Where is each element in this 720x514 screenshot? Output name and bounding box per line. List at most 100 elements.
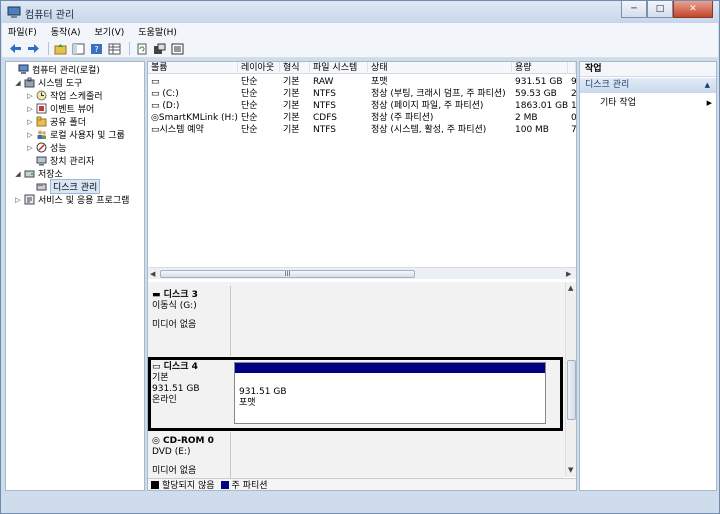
tree-item-device-manager[interactable]: 장치 관리자 bbox=[26, 154, 94, 167]
volume-free-space: 1 bbox=[568, 100, 576, 112]
tree-item-system-tools[interactable]: ◢ 시스템 도구 bbox=[14, 76, 82, 89]
event-icon bbox=[36, 103, 47, 114]
refresh-icon[interactable] bbox=[134, 42, 149, 56]
drive-icon: ▭ bbox=[151, 77, 160, 87]
column-type[interactable]: 형식 bbox=[280, 62, 310, 74]
menu-action[interactable]: 동작(A) bbox=[51, 25, 81, 38]
scroll-grip: III bbox=[284, 270, 291, 278]
disk-4-partition[interactable]: 931.51 GB 포맷 bbox=[234, 362, 546, 424]
disk-divider bbox=[230, 286, 231, 356]
scroll-right-icon[interactable]: ▶ bbox=[566, 270, 571, 278]
settings-list-icon[interactable] bbox=[170, 42, 185, 56]
toolbar-separator bbox=[129, 42, 130, 55]
disk-type: 기본 bbox=[152, 373, 169, 383]
scroll-left-icon[interactable]: ◀ bbox=[150, 270, 155, 278]
horizontal-scrollbar[interactable]: ◀ III ▶ bbox=[148, 267, 576, 279]
tree-expander[interactable]: ▷ bbox=[26, 118, 34, 126]
vertical-scrollbar[interactable]: ▲ ▼ bbox=[565, 282, 576, 477]
disk-name: 디스크 4 bbox=[163, 362, 198, 372]
minimize-button[interactable]: ─ bbox=[621, 1, 647, 18]
volume-layout: 단순 bbox=[241, 101, 258, 111]
legend-primary-label: 주 파티션 bbox=[231, 481, 268, 491]
column-layout[interactable]: 레이아웃 bbox=[238, 62, 280, 74]
tree-item-label: 컴퓨터 관리(로컬) bbox=[32, 66, 100, 76]
tree-expander[interactable]: ◢ bbox=[14, 170, 22, 178]
volume-capacity: 59.53 GB bbox=[515, 89, 557, 99]
title-bar[interactable]: 컴퓨터 관리 ─ □ ✕ bbox=[1, 1, 719, 23]
horizontal-scroll-thumb[interactable]: III bbox=[160, 270, 415, 278]
maximize-button[interactable]: □ bbox=[647, 1, 673, 18]
tree-item-task-scheduler[interactable]: ▷ 작업 스케줄러 bbox=[26, 89, 103, 102]
volume-name: 시스템 예약 bbox=[159, 125, 204, 135]
export-list-icon[interactable] bbox=[152, 42, 167, 56]
disk-4-block[interactable]: ▭ 디스크 4 기본 931.51 GB 온라인 931.51 GB 포맷 bbox=[148, 358, 563, 428]
collapse-icon[interactable]: ▲ bbox=[705, 78, 710, 93]
unallocated-swatch bbox=[151, 480, 159, 489]
menu-view[interactable]: 보기(V) bbox=[95, 25, 125, 38]
volume-type: 기본 bbox=[283, 113, 300, 123]
tree-item-event-viewer[interactable]: ▷ 이벤트 뷰어 bbox=[26, 102, 94, 115]
volume-capacity: 2 MB bbox=[515, 113, 538, 123]
close-button[interactable]: ✕ bbox=[673, 1, 713, 18]
volume-row[interactable]: ▭ (D:) 단순 기본 NTFS 정상 (페이지 파일, 주 파티션) 186… bbox=[148, 100, 576, 112]
legend-unallocated-label: 할당되지 않음 bbox=[162, 481, 215, 491]
drive-icon: ▭ bbox=[151, 89, 163, 99]
tree-item-local-users-groups[interactable]: ▷ 로컬 사용자 및 그룹 bbox=[26, 128, 125, 141]
help-icon[interactable]: ? bbox=[89, 42, 104, 56]
removable-disk-icon: ▬ bbox=[152, 290, 164, 300]
tree-item-shared-folders[interactable]: ▷ 공유 폴더 bbox=[26, 115, 86, 128]
scroll-down-icon[interactable]: ▼ bbox=[568, 466, 573, 474]
vertical-scroll-thumb[interactable] bbox=[567, 360, 576, 420]
device-icon bbox=[36, 155, 47, 166]
more-actions-item[interactable]: 기타 작업 ▶ bbox=[600, 97, 712, 110]
cd-rom-icon: ◎ bbox=[152, 436, 163, 446]
storage-icon bbox=[24, 168, 35, 179]
tree-expander[interactable]: ◢ bbox=[14, 79, 22, 87]
scroll-up-icon[interactable]: ▲ bbox=[568, 284, 573, 292]
volume-free-space: 0 bbox=[568, 112, 576, 124]
column-free-space[interactable] bbox=[568, 62, 576, 74]
disk-status: 온라인 bbox=[152, 395, 177, 405]
disk-graphical-view: ▬ 디스크 3 이동식 (G:) 미디어 없음 ▭ 디스크 4 기본 931.5… bbox=[148, 282, 576, 490]
partition-status: 포맷 bbox=[239, 398, 256, 408]
volume-free-space: 7 bbox=[568, 124, 576, 136]
volume-row[interactable]: ▭시스템 예약 단순 기본 NTFS 정상 (시스템, 활성, 주 파티션) 1… bbox=[148, 124, 576, 136]
tree-expander[interactable]: ▷ bbox=[26, 105, 34, 113]
properties-grid-icon[interactable] bbox=[107, 42, 122, 56]
forward-icon[interactable] bbox=[26, 42, 41, 56]
actions-section-disk-management[interactable]: 디스크 관리 ▲ bbox=[580, 78, 716, 93]
tree-item-disk-management[interactable]: 디스크 관리 bbox=[26, 179, 101, 194]
primary-partition-swatch bbox=[220, 480, 229, 489]
up-folder-icon[interactable] bbox=[53, 42, 68, 56]
primary-partition-bar bbox=[235, 363, 545, 373]
tree-expander[interactable]: ▷ bbox=[14, 196, 22, 204]
tree-expander[interactable]: ▷ bbox=[26, 144, 34, 152]
tree-expander[interactable]: ▷ bbox=[26, 131, 34, 139]
back-icon[interactable] bbox=[8, 42, 23, 56]
actions-pane: 작업 디스크 관리 ▲ 기타 작업 ▶ bbox=[579, 61, 717, 491]
column-volume[interactable]: 볼륨 bbox=[148, 62, 238, 74]
cd-rom-0-label: ◎ CD-ROM 0 DVD (E:) 미디어 없음 bbox=[152, 436, 230, 477]
volume-status: 정상 (주 파티션) bbox=[371, 113, 434, 123]
disk-3-block[interactable]: ▬ 디스크 3 이동식 (G:) 미디어 없음 bbox=[148, 286, 563, 356]
navigation-tree[interactable]: 컴퓨터 관리(로컬) ◢ 시스템 도구 ▷ 작업 스케줄러 ▷ 이벤트 뷰어 ▷… bbox=[5, 61, 145, 491]
volume-row[interactable]: ▭ (C:) 단순 기본 NTFS 정상 (부팅, 크래시 덤프, 주 파티션)… bbox=[148, 88, 576, 100]
show-hide-tree-icon[interactable] bbox=[71, 42, 86, 56]
tree-expander[interactable]: ▷ bbox=[26, 92, 34, 100]
column-status[interactable]: 상태 bbox=[368, 62, 512, 74]
volume-capacity: 100 MB bbox=[515, 125, 549, 135]
tree-item-computer-management[interactable]: 컴퓨터 관리(로컬) bbox=[8, 63, 100, 76]
column-file-system[interactable]: 파일 시스템 bbox=[310, 62, 368, 74]
menu-file[interactable]: 파일(F) bbox=[8, 25, 37, 38]
tree-item-services-applications[interactable]: ▷ 서비스 및 응용 프로그램 bbox=[14, 193, 129, 206]
window-title: 컴퓨터 관리 bbox=[25, 10, 75, 21]
disk-name: 디스크 3 bbox=[163, 290, 198, 300]
column-capacity[interactable]: 용량 bbox=[512, 62, 568, 74]
computer-management-window: 컴퓨터 관리 ─ □ ✕ 파일(F) 동작(A) 보기(V) 도움말(H) ? … bbox=[0, 0, 720, 514]
disk-size: 931.51 GB bbox=[152, 384, 200, 394]
volume-row[interactable]: ▭ 단순 기본 RAW 포맷 931.51 GB 9 bbox=[148, 76, 576, 88]
volume-row[interactable]: ◎SmartKMLink (H:) 단순 기본 CDFS 정상 (주 파티션) … bbox=[148, 112, 576, 124]
volume-type: 기본 bbox=[283, 101, 300, 111]
menu-help[interactable]: 도움말(H) bbox=[138, 25, 177, 38]
tree-item-performance[interactable]: ▷ 성능 bbox=[26, 141, 67, 154]
